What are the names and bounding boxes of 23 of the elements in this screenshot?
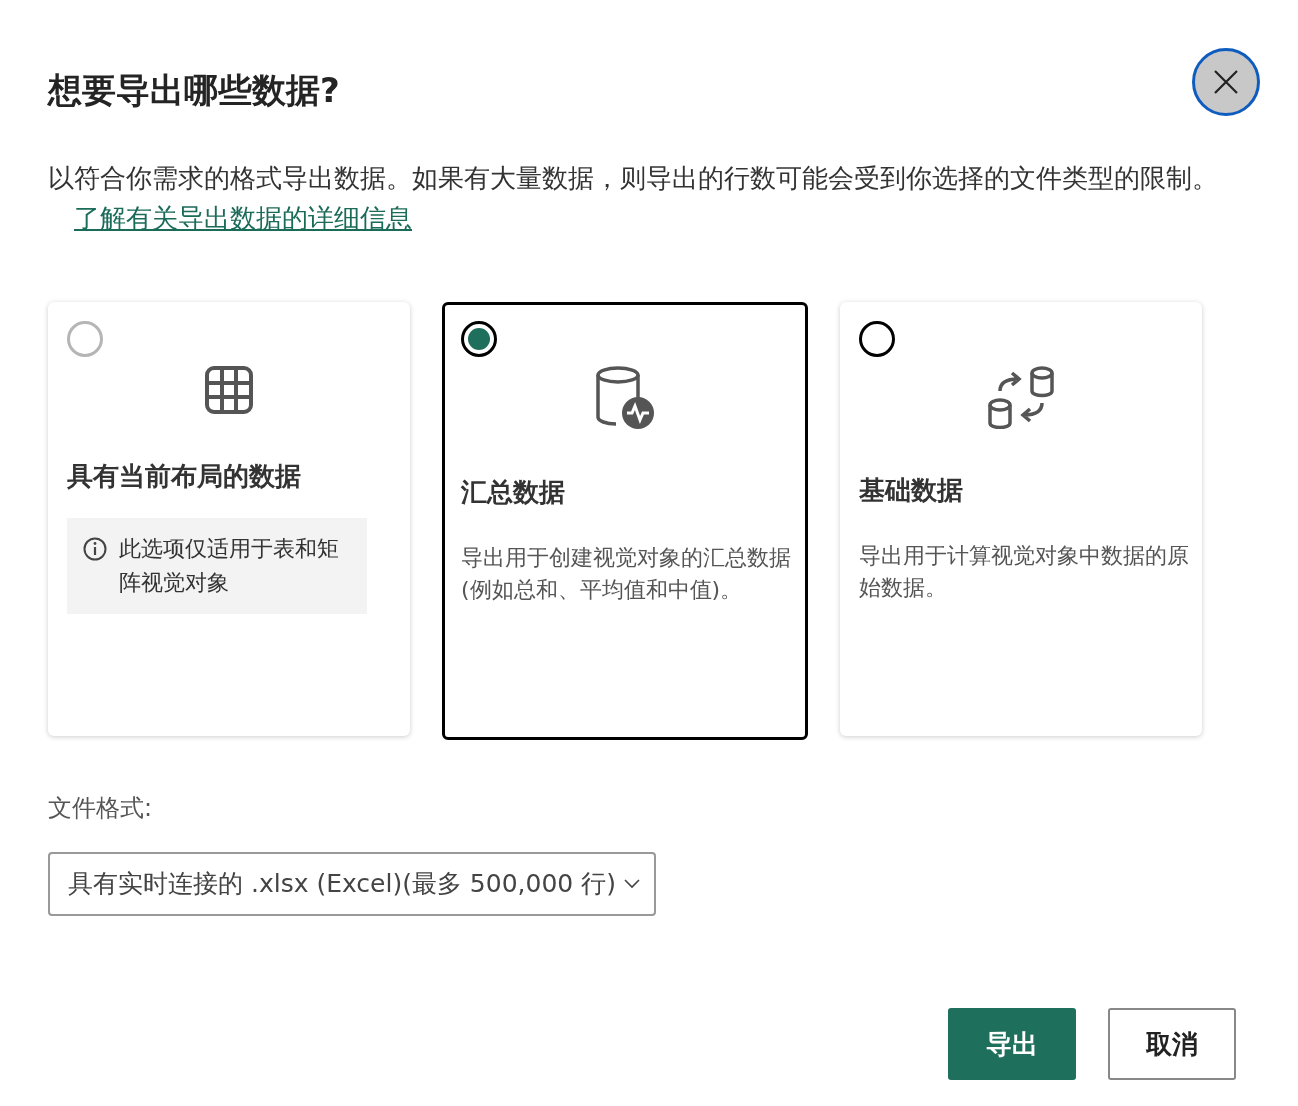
- learn-more-link[interactable]: 了解有关导出数据的详细信息: [74, 203, 412, 233]
- info-icon: [83, 537, 107, 561]
- file-format-dropdown[interactable]: 具有实时连接的 .xlsx (Excel)(最多 500,000 行): [48, 852, 656, 916]
- option-title: 汇总数据: [461, 476, 566, 509]
- database-pulse-icon: [594, 365, 656, 431]
- option-description: 导出用于创建视觉对象的汇总数据(例如总和、平均值和中值)。: [461, 544, 791, 604]
- close-icon: [1213, 69, 1239, 95]
- grid-icon: [204, 365, 254, 415]
- file-format-label: 文件格式:: [48, 793, 154, 824]
- option-title: 具有当前布局的数据: [67, 460, 302, 493]
- note-text: 此选项仅适用于表和矩阵视觉对象: [119, 535, 340, 597]
- option-description: 导出用于计算视觉对象中数据的原始数据。: [859, 542, 1189, 602]
- radio-button[interactable]: [859, 321, 895, 357]
- description-text: 以符合你需求的格式导出数据。如果有大量数据，则导出的行数可能会受到你选择的文件类型的限制。 了解有关导出数据的详细信息: [48, 162, 1219, 235]
- chevron-down-icon: [624, 879, 640, 889]
- option-title: 基础数据: [859, 474, 964, 507]
- database-exchange-icon: [988, 365, 1054, 429]
- dialog-title: 想要导出哪些数据?: [48, 70, 340, 111]
- cancel-button[interactable]: 取消: [1108, 1008, 1236, 1080]
- option-card[interactable]: 汇总数据 导出用于创建视觉对象的汇总数据(例如总和、平均值和中值)。: [442, 302, 808, 740]
- radio-button[interactable]: [461, 321, 497, 357]
- option-card[interactable]: 基础数据 导出用于计算视觉对象中数据的原始数据。: [840, 302, 1202, 736]
- export-button[interactable]: 导出: [948, 1008, 1076, 1080]
